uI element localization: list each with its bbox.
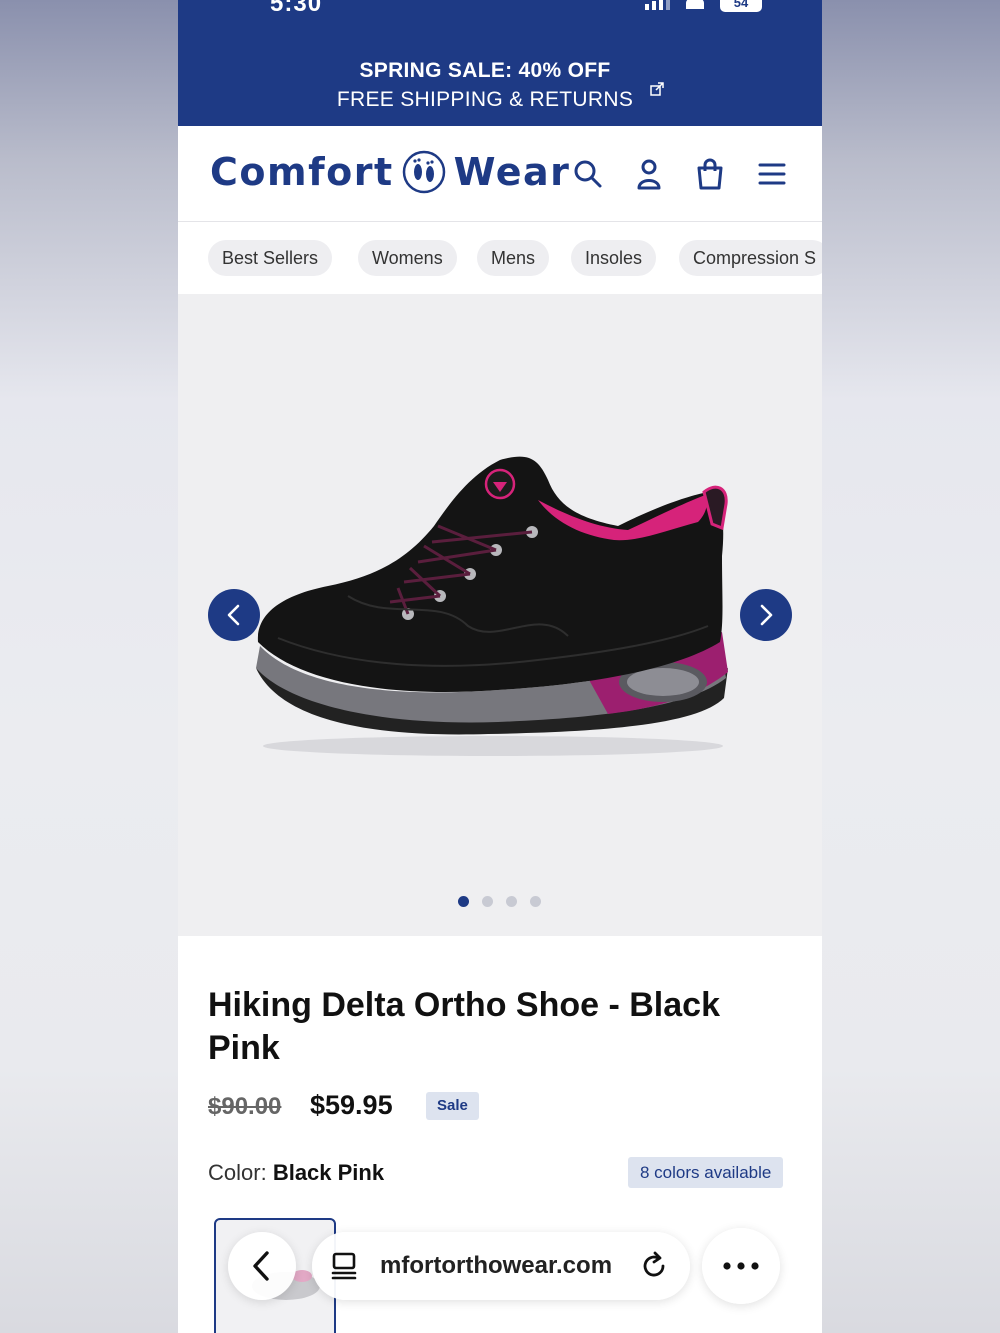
logo[interactable]: Comfort Wear xyxy=(210,150,570,194)
category-womens[interactable]: Womens xyxy=(358,240,457,276)
menu-icon[interactable] xyxy=(756,158,788,190)
status-time: 5:30 xyxy=(270,0,323,17)
announcement-shipping-text: FREE SHIPPING & RETURNS xyxy=(336,88,634,111)
gallery-pagination xyxy=(458,896,541,907)
gallery-dot-1[interactable] xyxy=(458,896,469,907)
chevron-left-icon xyxy=(253,1251,269,1281)
status-icons: 54 xyxy=(645,0,762,12)
tabs-icon[interactable] xyxy=(328,1250,360,1282)
gallery-dot-4[interactable] xyxy=(530,896,541,907)
wifi-icon xyxy=(686,0,704,9)
colors-available-badge[interactable]: 8 colors available xyxy=(628,1157,784,1188)
gallery-dot-3[interactable] xyxy=(506,896,517,907)
sale-badge: Sale xyxy=(426,1092,479,1120)
category-insoles[interactable]: Insoles xyxy=(571,240,657,276)
chevron-left-icon xyxy=(227,604,240,626)
chevron-right-icon xyxy=(760,604,773,626)
browser-more-button[interactable] xyxy=(702,1228,780,1304)
category-nav: Best Sellers Womens Mens Insoles Compres… xyxy=(178,222,822,294)
original-price: $90.00 xyxy=(208,1093,282,1120)
more-options-icon xyxy=(723,1262,759,1270)
logo-text-wear: Wear xyxy=(453,150,571,194)
announcement-sale-text: SPRING SALE: 40% OFF xyxy=(359,59,611,82)
announcement-bar[interactable]: 5:30 54 SPRING SALE: 40% OFF FREE SHIPPI… xyxy=(178,0,822,126)
external-link-icon xyxy=(650,82,664,96)
category-best-sellers[interactable]: Best Sellers xyxy=(208,240,333,276)
color-value: Black Pink xyxy=(272,1160,385,1185)
url-text: mfortorthowear.com xyxy=(380,1252,613,1279)
browser-back-button[interactable] xyxy=(228,1232,296,1300)
signal-icon xyxy=(645,0,670,10)
category-compression[interactable]: Compression S xyxy=(679,240,822,276)
gallery-prev-button[interactable] xyxy=(208,589,260,641)
logo-text-comfort: Comfort xyxy=(210,150,394,194)
category-mens[interactable]: Mens xyxy=(477,240,550,276)
phone-screen: 5:30 54 SPRING SALE: 40% OFF FREE SHIPPI… xyxy=(178,0,822,1333)
color-selection-label: Color: Black Pink xyxy=(208,1160,384,1186)
account-icon[interactable] xyxy=(633,158,665,190)
gallery-next-button[interactable] xyxy=(740,589,792,641)
cart-icon[interactable] xyxy=(694,158,726,190)
product-title: Hiking Delta Ortho Shoe - Black Pink xyxy=(208,986,720,1067)
color-label-prefix: Color: xyxy=(208,1160,267,1185)
reload-icon[interactable] xyxy=(638,1250,670,1282)
battery-indicator: 54 xyxy=(720,0,762,12)
footprints-logo-icon xyxy=(402,150,445,194)
site-header: Comfort Wear xyxy=(178,126,822,222)
sale-price: $59.95 xyxy=(310,1090,393,1120)
search-icon[interactable] xyxy=(572,158,604,190)
product-gallery[interactable] xyxy=(178,294,822,936)
product-image xyxy=(256,456,728,756)
gallery-dot-2[interactable] xyxy=(482,896,493,907)
address-bar[interactable]: mfortorthowear.com xyxy=(312,1232,690,1300)
